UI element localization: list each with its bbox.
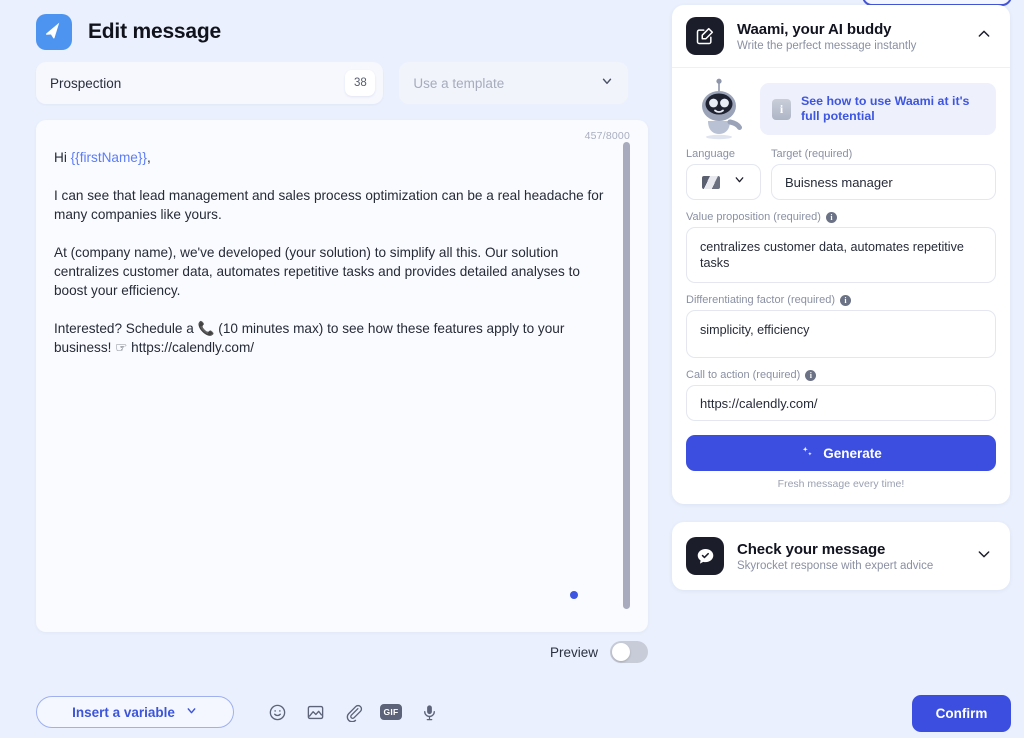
microphone-icon[interactable] — [418, 701, 440, 723]
waami-title: Waami, your AI buddy — [737, 20, 892, 38]
assistant-column: Waami, your AI buddy Write the perfect m… — [672, 5, 1010, 590]
message-paragraph-2: At (company name), we've developed (your… — [54, 245, 580, 298]
preview-label: Preview — [549, 644, 598, 660]
message-text[interactable]: Hi {{firstName}}, I can see that lead ma… — [36, 120, 648, 357]
message-paragraph-1: I can see that lead management and sales… — [54, 188, 604, 222]
differentiating-factor-value: simplicity, efficiency — [700, 323, 810, 337]
call-to-action-label: Call to action (required) i — [686, 369, 996, 381]
target-input[interactable]: Buisness manager — [771, 164, 996, 200]
chevron-down-icon[interactable] — [976, 546, 996, 567]
value-proposition-value: centralizes customer data, automates rep… — [700, 240, 964, 270]
info-icon[interactable]: i — [825, 211, 837, 223]
check-message-title: Check your message — [737, 540, 886, 558]
top-fields-row: Prospection 38 Use a template — [0, 52, 664, 104]
chevron-down-icon — [733, 173, 746, 191]
value-proposition-label-text: Value proposition (required) — [686, 211, 821, 223]
sparkle-icon — [800, 445, 814, 462]
message-name-value: Prospection — [50, 75, 122, 91]
preview-toggle-row: Preview — [0, 641, 664, 663]
call-to-action-input[interactable]: https://calendly.com/ — [686, 385, 996, 421]
bottom-toolbar: Insert a variable GIF Confirm — [0, 686, 1024, 738]
template-select[interactable]: Use a template — [399, 62, 628, 104]
image-icon[interactable] — [304, 701, 326, 723]
message-count-badge: 38 — [345, 70, 376, 96]
generate-note: Fresh message every time! — [777, 478, 905, 490]
differentiating-factor-label: Differentiating factor (required) i — [686, 294, 996, 306]
waami-promo-row: i See how to use Waami at it's full pote… — [686, 78, 996, 140]
editor-column: Edit message Prospection 38 Use a templa… — [0, 0, 664, 738]
language-select[interactable] — [686, 164, 761, 200]
gif-label: GIF — [380, 704, 402, 720]
attachment-icon[interactable] — [342, 701, 364, 723]
waami-promo-text: See how to use Waami at it's full potent… — [801, 94, 970, 123]
waami-subtitle: Write the perfect message instantly — [737, 39, 917, 52]
toggle-knob — [612, 643, 630, 661]
check-message-subtitle: Skyrocket response with expert advice — [737, 559, 934, 572]
value-proposition-input[interactable]: centralizes customer data, automates rep… — [686, 227, 996, 283]
gif-icon[interactable]: GIF — [380, 701, 402, 723]
waami-form: Language Target (required) Buisness mana… — [686, 148, 996, 490]
chevron-up-icon[interactable] — [976, 26, 996, 47]
waami-titles: Waami, your AI buddy Write the perfect m… — [737, 21, 963, 52]
variable-token: {{firstName}} — [70, 150, 147, 165]
info-square-icon: i — [772, 98, 791, 120]
insert-variable-label: Insert a variable — [72, 704, 175, 720]
preview-toggle[interactable] — [610, 641, 648, 663]
info-icon[interactable]: i — [805, 369, 817, 381]
message-paragraph-greeting: Hi {{firstName}}, — [54, 148, 604, 167]
generate-button[interactable]: Generate — [686, 435, 996, 471]
flag-icon — [701, 175, 720, 189]
check-message-header[interactable]: Check your message Skyrocket response wi… — [672, 522, 1010, 590]
call-to-action-label-text: Call to action (required) — [686, 369, 801, 381]
character-counter: 457/8000 — [584, 130, 630, 142]
waami-panel-header[interactable]: Waami, your AI buddy Write the perfect m… — [672, 5, 1010, 68]
target-value: Buisness manager — [785, 174, 893, 190]
message-name-input[interactable]: Prospection 38 — [36, 62, 384, 104]
target-label: Target (required) — [771, 148, 853, 160]
composer-tools: GIF — [266, 701, 440, 723]
cursor-indicator-dot — [570, 591, 578, 599]
editor-scrollbar[interactable] — [623, 142, 630, 609]
chevron-down-icon — [600, 74, 614, 93]
page-title: Edit message — [88, 20, 221, 43]
waami-panel: Waami, your AI buddy Write the perfect m… — [672, 5, 1010, 504]
generate-label: Generate — [823, 445, 882, 461]
check-message-titles: Check your message Skyrocket response wi… — [737, 541, 963, 572]
check-message-panel: Check your message Skyrocket response wi… — [672, 522, 1010, 590]
waami-promo-link[interactable]: i See how to use Waami at it's full pote… — [760, 83, 996, 135]
emoji-icon[interactable] — [266, 701, 288, 723]
chevron-down-icon — [185, 704, 198, 720]
robot-mascot — [686, 78, 752, 140]
template-placeholder: Use a template — [413, 75, 505, 91]
waami-panel-body: i See how to use Waami at it's full pote… — [672, 68, 1010, 504]
value-proposition-label: Value proposition (required) i — [686, 211, 996, 223]
compose-square-icon — [686, 17, 724, 55]
differentiating-factor-input[interactable]: simplicity, efficiency — [686, 310, 996, 358]
paper-plane-icon — [36, 14, 72, 50]
insert-variable-button[interactable]: Insert a variable — [36, 696, 234, 728]
message-paragraph-3: Interested? Schedule a 📞 (10 minutes max… — [54, 321, 565, 355]
confirm-button[interactable]: Confirm — [912, 695, 1011, 732]
page-header: Edit message — [0, 0, 664, 52]
call-to-action-value: https://calendly.com/ — [700, 395, 818, 411]
info-icon[interactable]: i — [839, 294, 851, 306]
differentiating-factor-label-text: Differentiating factor (required) — [686, 294, 835, 306]
greeting-suffix: , — [146, 150, 151, 165]
message-editor[interactable]: 457/8000 Hi {{firstName}}, I can see tha… — [36, 120, 648, 632]
greeting-prefix: Hi — [54, 150, 71, 165]
chat-check-icon — [686, 537, 724, 575]
language-label: Language — [686, 148, 735, 160]
